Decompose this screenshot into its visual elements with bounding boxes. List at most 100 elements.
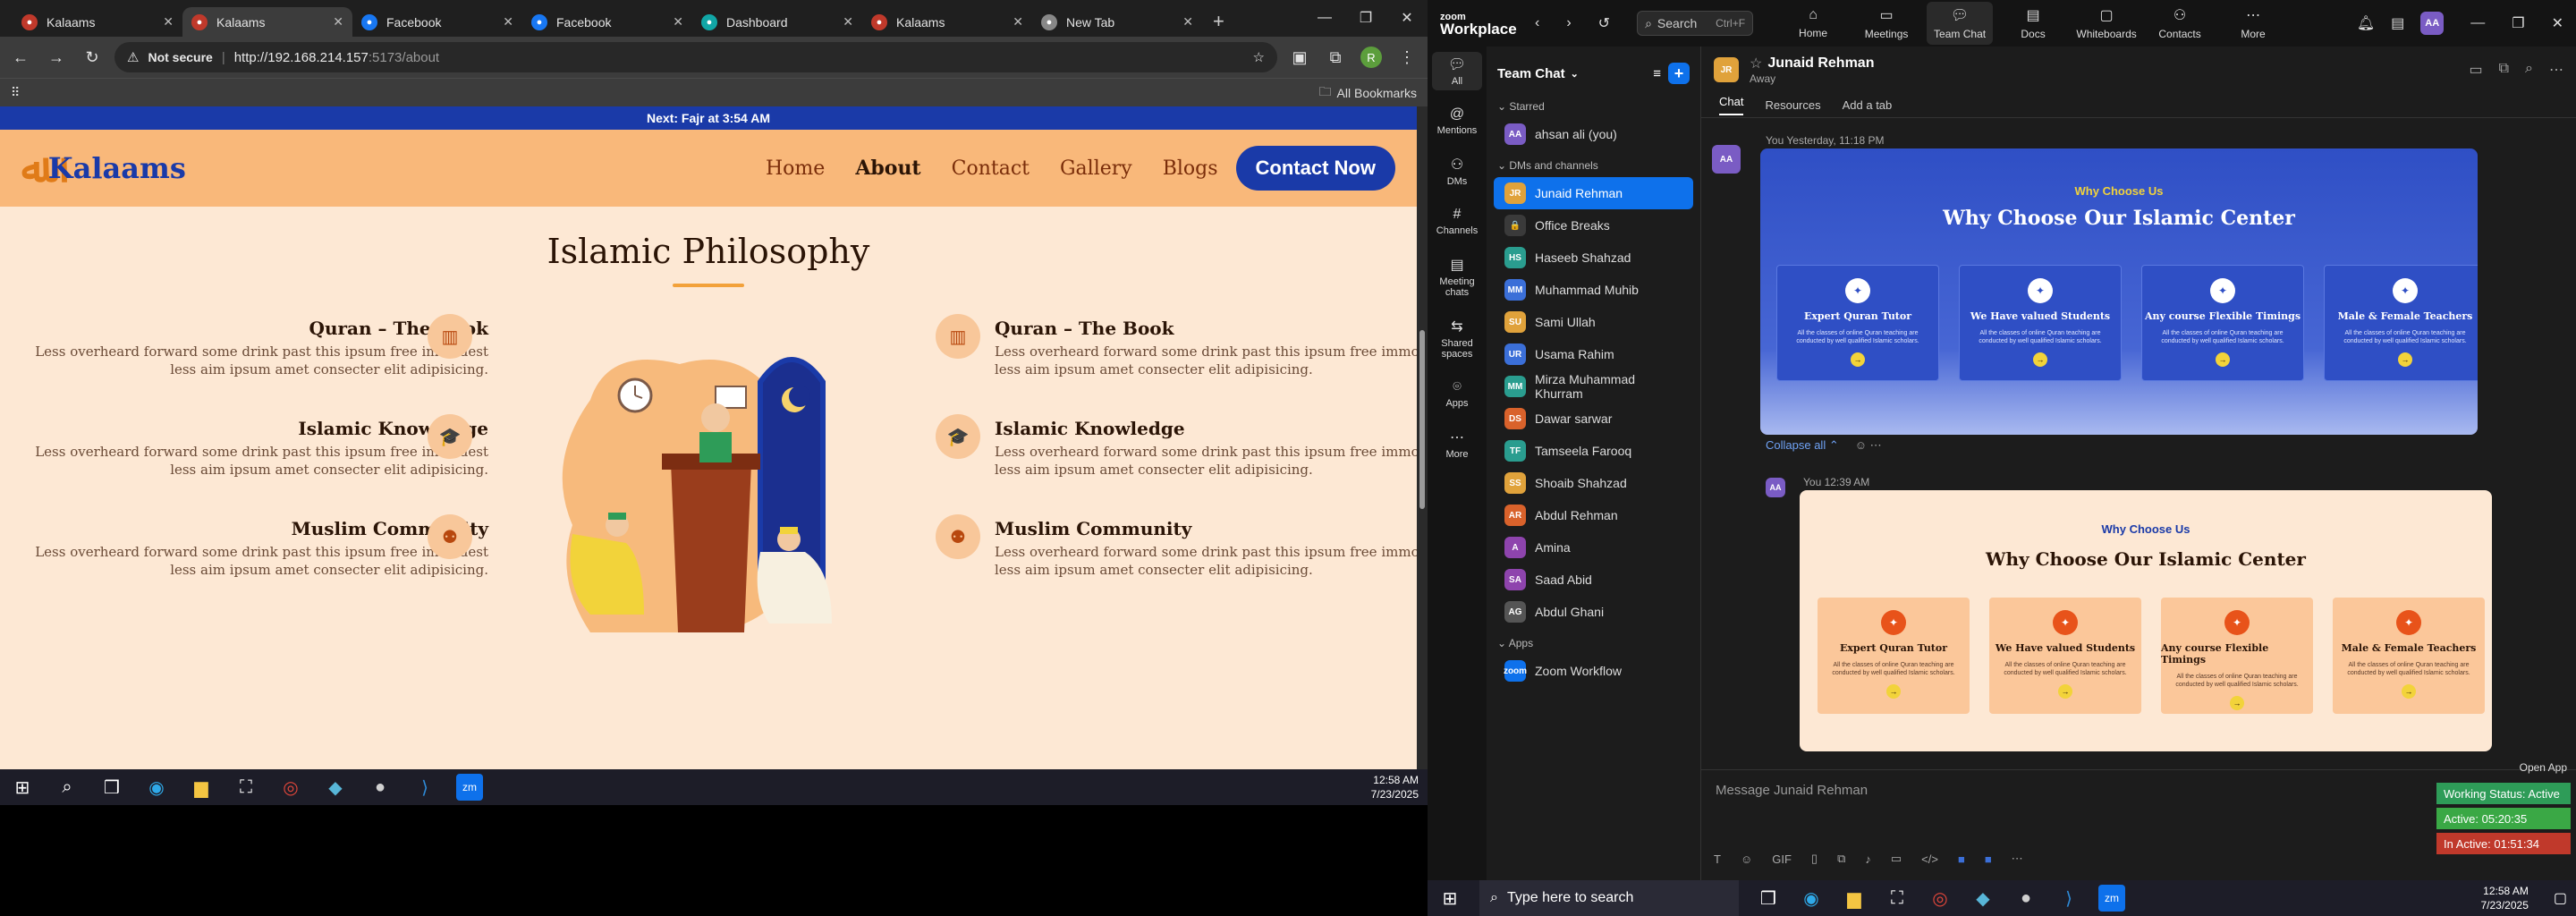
zoom-taskbar-icon[interactable]: zm <box>456 774 483 801</box>
chrome-icon[interactable]: ◎ <box>277 774 304 801</box>
screenshot-icon[interactable]: ⧉ <box>1837 852 1845 866</box>
back-icon[interactable]: ← <box>7 44 34 71</box>
page-scrollbar[interactable] <box>1417 106 1428 771</box>
emoji-icon[interactable]: ☺ <box>1741 852 1752 866</box>
close-icon[interactable]: ✕ <box>333 14 343 30</box>
chat-list-item[interactable]: AR Abdul Rehman <box>1494 499 1693 531</box>
nav-link-home[interactable]: Home <box>766 157 825 180</box>
chat-tab-chat[interactable]: Chat <box>1719 95 1744 115</box>
chat-list-item[interactable]: SU Sami Ullah <box>1494 306 1693 338</box>
address-bar[interactable]: ⚠ Not secure | http://192.168.214.157:51… <box>114 42 1277 72</box>
site-logo[interactable]: ﷲ Kalaams <box>21 146 186 191</box>
app-icon[interactable]: ◆ <box>322 774 349 801</box>
contact-now-button[interactable]: Contact Now <box>1235 146 1395 191</box>
chat-list-item[interactable]: MM Muhammad Muhib <box>1494 274 1693 306</box>
starred-section[interactable]: ⌄ Starred <box>1487 91 1700 118</box>
chat-list-item[interactable]: HS Haseeb Shahzad <box>1494 242 1693 274</box>
extension-icon[interactable]: ▣ <box>1286 44 1313 71</box>
file-explorer-icon[interactable]: ▆ <box>1841 885 1868 912</box>
sidebar-mentions[interactable]: @ Mentions <box>1432 103 1482 140</box>
browser-tab[interactable]: ● Dashboard ✕ <box>692 7 862 37</box>
reload-icon[interactable]: ↻ <box>79 44 106 71</box>
image-attachment-2[interactable]: Why Choose Us Why Choose Our Islamic Cen… <box>1800 490 2492 751</box>
github-icon[interactable]: ● <box>2012 885 2039 912</box>
app-icon[interactable]: ■ <box>1958 852 1965 866</box>
close-icon[interactable]: ✕ <box>673 14 683 30</box>
nav-back-icon[interactable]: ‹ <box>1535 15 1539 31</box>
nav-whiteboards[interactable]: ▢ Whiteboards <box>2073 2 2140 45</box>
chat-list-item[interactable]: DS Dawar sarwar <box>1494 403 1693 435</box>
apps-grid-icon[interactable]: ⠿ <box>11 85 20 100</box>
minimize-button[interactable]: — <box>2470 15 2485 31</box>
chat-tab-resources[interactable]: Resources <box>1765 98 1820 112</box>
dms-section[interactable]: ⌄ DMs and channels <box>1487 150 1700 177</box>
star-icon[interactable]: ☆ <box>1750 55 1762 72</box>
mic-icon[interactable]: ♪ <box>1865 852 1871 866</box>
nav-more[interactable]: ⋯ More <box>2220 2 2286 45</box>
chat-list-item[interactable]: SA Saad Abid <box>1494 564 1693 596</box>
chat-list-item[interactable]: AG Abdul Ghani <box>1494 596 1693 628</box>
chat-list-item[interactable]: SS Shoaib Shahzad <box>1494 467 1693 499</box>
chat-list-item[interactable]: 🔒 Office Breaks <box>1494 209 1693 242</box>
nav-link-about[interactable]: About <box>855 157 920 180</box>
app-icon[interactable]: ■ <box>1985 852 1992 866</box>
sidebar-more[interactable]: ⋯ More <box>1432 425 1482 463</box>
menu-kebab-icon[interactable]: ⋮ <box>1394 44 1420 71</box>
browser-tab[interactable]: ● Facebook ✕ <box>522 7 692 37</box>
maximize-button[interactable]: ❐ <box>1345 0 1386 36</box>
format-icon[interactable]: T <box>1714 852 1721 866</box>
bell-icon[interactable]: 🔔︎ <box>2357 14 2375 32</box>
edge-icon[interactable]: ◉ <box>143 774 170 801</box>
browser-tab[interactable]: ● Facebook ✕ <box>352 7 522 37</box>
notifications-icon[interactable]: ▢ <box>2554 889 2567 907</box>
gif-icon[interactable]: GIF <box>1772 852 1792 866</box>
sidebar-channels[interactable]: # Channels <box>1432 203 1482 240</box>
message-avatar[interactable]: AA <box>1766 478 1785 497</box>
task-view-icon[interactable]: ❒ <box>1755 885 1782 912</box>
extensions-puzzle-icon[interactable]: ⧉ <box>1322 44 1349 71</box>
chat-tab-add-a-tab[interactable]: Add a tab <box>1843 98 1893 112</box>
contact-avatar[interactable]: JR <box>1714 57 1739 82</box>
forward-icon[interactable]: → <box>43 44 70 71</box>
star-icon[interactable]: ☆ <box>1253 49 1265 65</box>
close-icon[interactable]: ✕ <box>1013 14 1023 30</box>
chat-list-item[interactable]: MM Mirza Muhammad Khurram <box>1494 370 1693 403</box>
edge-icon[interactable]: ◉ <box>1798 885 1825 912</box>
clock-left[interactable]: 12:58 AM 7/23/2025 <box>1371 773 1419 802</box>
close-icon[interactable]: ✕ <box>843 14 853 30</box>
windows-start-icon[interactable]: ⊞ <box>9 774 36 801</box>
zoom-search[interactable]: ⌕ Search Ctrl+F <box>1637 11 1754 36</box>
scrollbar-thumb[interactable] <box>1419 330 1425 509</box>
chat-list-item[interactable]: zoom Zoom Workflow <box>1494 655 1693 687</box>
browser-tab[interactable]: ● New Tab ✕ <box>1032 7 1202 37</box>
filter-icon[interactable]: ≡ <box>1653 66 1661 81</box>
chevron-down-icon[interactable]: ⌄ <box>1571 68 1579 80</box>
profile-avatar[interactable]: R <box>1358 44 1385 71</box>
chat-list-item[interactable]: A Amina <box>1494 531 1693 564</box>
zoom-taskbar-icon[interactable]: zm <box>2098 885 2125 912</box>
screen-icon[interactable]: ⧉ <box>2499 61 2509 79</box>
vscode-icon[interactable]: ⟩ <box>2055 885 2082 912</box>
windows-start-icon[interactable]: ⊞ <box>1436 885 1463 912</box>
nav-home[interactable]: ⌂ Home <box>1780 2 1846 45</box>
nav-docs[interactable]: ▤ Docs <box>2000 2 2066 45</box>
maximize-button[interactable]: ❐ <box>2512 14 2524 32</box>
search-icon[interactable]: ⌕ <box>2525 61 2533 79</box>
all-bookmarks[interactable]: All Bookmarks <box>1337 86 1417 100</box>
browser-tab[interactable]: ● Kalaams ✕ <box>13 7 182 37</box>
sidebar-shared-spaces[interactable]: ⇆ Shared spaces <box>1432 314 1482 363</box>
compose-box[interactable]: Message Junaid Rehman Open App T ☺ GIF ▯ ⧉ ♪ ▭… <box>1701 761 2576 877</box>
video-icon[interactable]: ▭ <box>2469 61 2482 79</box>
close-window-button[interactable]: ✕ <box>1386 0 1428 36</box>
sidebar-apps[interactable]: ⌾ Apps <box>1432 376 1482 412</box>
browser-tab[interactable]: ● Kalaams ✕ <box>182 7 352 37</box>
chat-list-item[interactable]: TF Tamseela Farooq <box>1494 435 1693 467</box>
apps-section[interactable]: ⌄ Apps <box>1487 628 1700 655</box>
close-window-button[interactable]: ✕ <box>2552 14 2563 32</box>
open-app-button[interactable]: Open App <box>2520 761 2567 774</box>
more-icon[interactable]: ⋯ <box>2012 852 2023 866</box>
new-chat-button[interactable]: + <box>1668 63 1690 84</box>
close-icon[interactable]: ✕ <box>163 14 174 30</box>
app-icon[interactable]: ◆ <box>1970 885 1996 912</box>
new-tab-button[interactable]: + <box>1213 10 1224 33</box>
